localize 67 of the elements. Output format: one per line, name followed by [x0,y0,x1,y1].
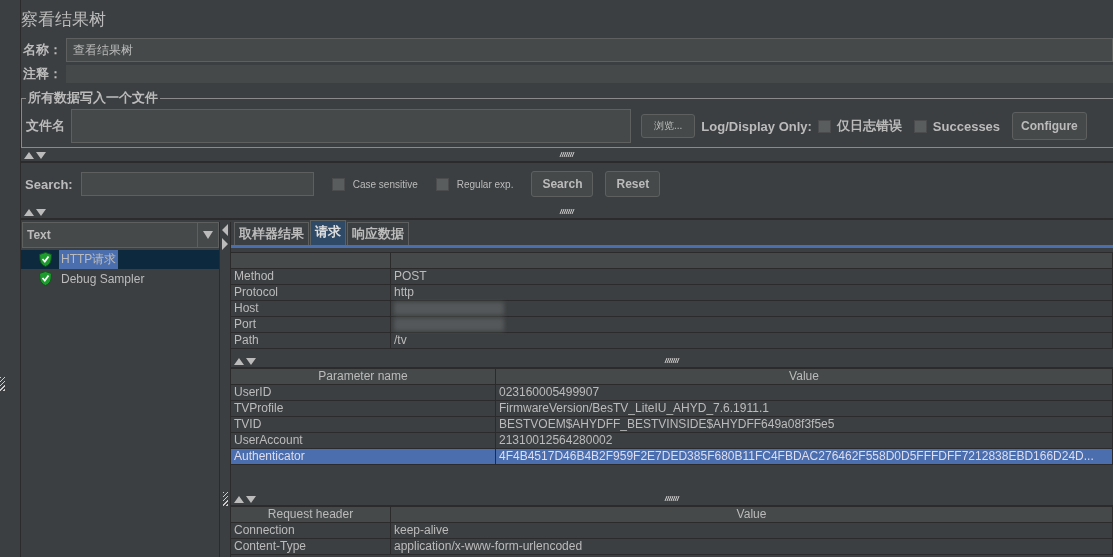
checkbox[interactable] [913,119,927,133]
table-cell[interactable]: Path [231,333,391,349]
search-label: Search: [25,176,73,192]
table-cell[interactable]: keep-alive [391,523,1113,539]
table-cell[interactable]: FirmwareVersion/BesTV_LiteIU_AHYD_7.6.1911.1 [496,401,1113,417]
table-cell[interactable]: /tv [391,333,1113,349]
tab[interactable]: 响应数据 [347,222,409,245]
checkbox-label: Regular exp. [456,178,514,190]
column-header: Value [391,507,1113,523]
table-cell[interactable]: Connection [231,523,391,539]
renderer-dropdown[interactable]: Text [22,222,219,248]
checkbox-label: Successes [932,118,1001,134]
search-field[interactable] [80,172,314,196]
tab[interactable]: 取样器结果 [234,222,309,245]
name-field[interactable]: 查看结果树 [66,38,1113,62]
table-cell[interactable] [391,301,1113,317]
checkbox[interactable] [331,177,345,191]
collapse-arrows-icon[interactable] [24,207,48,216]
filename-field[interactable] [71,109,631,143]
checkbox-label: Case sensitive [352,178,418,190]
name-label: 名称： [23,41,62,59]
grip-icon[interactable] [222,492,228,506]
table-cell[interactable]: Authenticator [231,449,496,465]
collapse-arrows-icon[interactable] [234,495,258,503]
table-cell[interactable]: Port [231,317,391,333]
table-cell[interactable]: Content-Type [231,539,391,555]
search-action-button[interactable]: Reset [605,171,661,197]
grip-icon[interactable] [0,376,5,391]
comment-label: 注释： [23,65,62,83]
browse-button[interactable]: 浏览... [641,114,696,138]
group-title: 所有数据写入一个文件 [27,89,159,107]
table-cell[interactable]: TVID [231,417,496,433]
collapse-arrows-icon[interactable] [24,150,48,159]
grip-icon[interactable] [559,209,575,214]
table-cell[interactable]: UserID [231,385,496,401]
table-cell[interactable]: POST [391,269,1113,285]
success-shield-icon [39,271,52,286]
column-header: Value [496,369,1113,385]
column-header: Parameter name [231,369,496,385]
panel-title: 察看结果树 [21,9,107,31]
search-action-button[interactable]: Search [531,171,594,197]
grip-icon[interactable] [664,496,680,501]
table-cell[interactable]: http [391,285,1113,301]
table-cell[interactable]: Host [231,301,391,317]
tab[interactable]: 请求 [310,220,346,245]
column-header: Request header [231,507,391,523]
table-cell[interactable]: Method [231,269,391,285]
collapse-arrows-icon[interactable] [234,357,258,365]
table-cell[interactable]: Protocol [231,285,391,301]
checkbox[interactable] [817,119,831,133]
log-display-label: Log/Display Only: [701,118,812,134]
table-cell[interactable]: 4F4B4517D46B4B2F959F2E7DED385F680B11FC4FBDAC276462F558D0D5FFFDFF7212838EBD166D24D... [496,449,1113,465]
dropdown-arrow-icon [203,231,213,239]
table-cell[interactable] [391,317,1113,333]
table-cell[interactable]: TVProfile [231,401,496,417]
tree-item[interactable]: Debug Sampler [21,269,219,288]
table-cell[interactable]: BESTVOEM$AHYDFF_BESTVINSIDE$AHYDFF649a08f3f5e5 [496,417,1113,433]
configure-button[interactable]: Configure [1012,112,1087,140]
grip-icon[interactable] [664,358,680,363]
success-shield-icon [39,252,52,267]
filename-label: 文件名 [26,117,65,135]
grip-icon[interactable] [559,152,575,157]
split-arrows-icon[interactable] [221,222,229,252]
checkbox-label: 仅日志错误 [836,117,902,135]
checkbox[interactable] [435,177,449,191]
table-cell[interactable]: application/x-www-form-urlencoded [391,539,1113,555]
table-cell[interactable]: 023160005499907 [496,385,1113,401]
